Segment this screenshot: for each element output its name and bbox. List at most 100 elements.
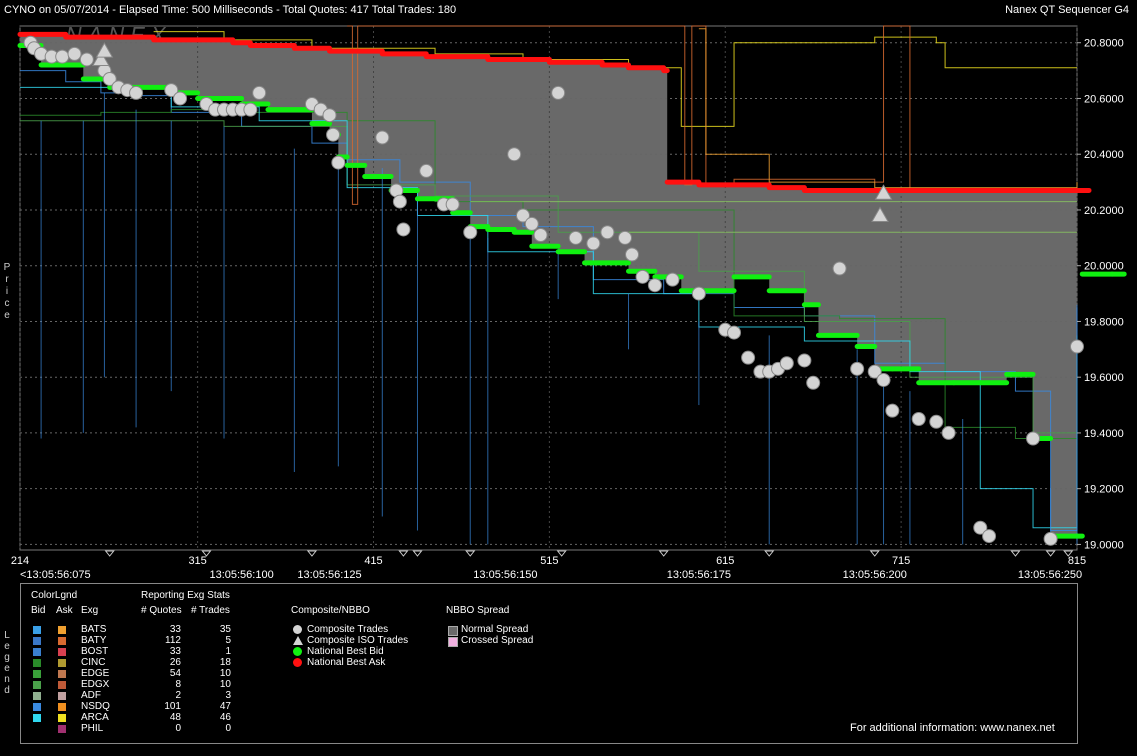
time-marker xyxy=(465,550,476,557)
y-tick-label: 19.4000 xyxy=(1084,428,1124,440)
composite-trade-point xyxy=(67,46,82,61)
composite-item-label: Composite ISO Trades xyxy=(307,635,409,646)
app-name: Nanex QT Sequencer G4 xyxy=(1005,4,1129,16)
exchange-name: EDGX xyxy=(81,679,110,690)
composite-trade-point xyxy=(647,278,662,293)
exchange-name: ARCA xyxy=(81,712,109,723)
ask-color-swatch xyxy=(58,703,66,711)
price-chart: NANEX20.800020.600020.400020.200020.0000… xyxy=(11,23,1127,580)
time-label: 13:05:56:150 xyxy=(473,569,537,580)
exchange-trades: 47 xyxy=(219,701,231,712)
crossed-spread-swatch xyxy=(448,637,458,647)
composite-trade-point xyxy=(929,414,944,429)
exchange-trades: 3 xyxy=(225,690,231,701)
y-tick-label: 19.8000 xyxy=(1084,316,1124,328)
nbbo-spread-title: NBBO Spread xyxy=(446,605,510,616)
national-best-ask-legend-icon xyxy=(293,658,302,667)
time-marker xyxy=(658,550,669,557)
ask-color-swatch xyxy=(58,626,66,634)
exchange-trades: 18 xyxy=(219,657,231,668)
x-tick-label: 615 xyxy=(716,555,734,567)
x-tick-label: 815 xyxy=(1068,555,1086,567)
legend-side-label-char: d xyxy=(4,685,10,696)
color-legend-title: ColorLgnd xyxy=(31,590,78,601)
exchange-quotes: 26 xyxy=(169,657,181,668)
exchange-quotes: 33 xyxy=(169,624,181,635)
composite-trade-point xyxy=(885,403,900,418)
time-marker xyxy=(306,550,317,557)
time-marker xyxy=(1045,550,1056,557)
composite-trade-point xyxy=(911,412,926,426)
col-quotes: # Quotes xyxy=(141,605,182,616)
exchange-trades: 10 xyxy=(219,679,231,690)
composite-trade-point xyxy=(129,85,144,100)
exchange-quotes: 48 xyxy=(169,712,181,723)
composite-trade-point xyxy=(326,127,341,142)
composite-trade-point xyxy=(524,216,539,231)
time-label: 13:05:56:125 xyxy=(297,569,361,580)
y-tick-label: 19.0000 xyxy=(1084,539,1124,551)
composite-trade-point xyxy=(79,52,94,67)
exchange-trades: 5 xyxy=(225,635,231,646)
exchange-quotes: 0 xyxy=(175,723,181,734)
composite-item-label: National Best Bid xyxy=(307,646,384,657)
y-axis-side-label-char: e xyxy=(4,310,10,321)
composite-trade-point xyxy=(806,375,821,390)
composite-trade-point xyxy=(419,163,434,178)
composite-trade-point xyxy=(832,261,847,276)
exchange-quotes: 112 xyxy=(165,635,181,646)
composite-trade-point xyxy=(55,49,70,64)
time-marker xyxy=(869,550,880,557)
exchange-name: NSDQ xyxy=(81,701,110,712)
exchange-trades: 1 xyxy=(225,646,231,657)
composite-trade-point xyxy=(568,230,583,245)
composite-item-label: Composite Trades xyxy=(307,624,389,635)
time-marker xyxy=(764,550,775,557)
time-label: 13:05:56:200 xyxy=(843,569,907,580)
y-axis-side-label-char: c xyxy=(4,298,10,309)
time-marker xyxy=(1010,550,1021,557)
composite-trade-point xyxy=(876,372,891,387)
exchange-quotes: 33 xyxy=(169,646,181,657)
footer-link-text: For additional information: www.nanex.ne… xyxy=(850,722,1055,734)
ask-color-swatch xyxy=(58,659,66,667)
composite-trade-point xyxy=(982,529,997,544)
time-marker xyxy=(556,550,567,557)
header-bar: CYNO on 05/07/2014 - Elapsed Time: 500 M… xyxy=(0,0,1137,20)
legend-panel: ColorLgnd Reporting Exg Stats Bid Ask Ex… xyxy=(20,583,1078,744)
chart-title: CYNO on 05/07/2014 - Elapsed Time: 500 M… xyxy=(4,4,457,16)
col-bid: Bid xyxy=(31,605,46,616)
exchange-trades: 46 xyxy=(219,712,231,723)
bid-color-swatch xyxy=(33,626,41,634)
bid-color-swatch xyxy=(33,659,41,667)
exchange-name: ADF xyxy=(81,690,101,701)
y-tick-label: 20.4000 xyxy=(1084,149,1124,161)
composite-trade-legend-icon xyxy=(293,625,302,634)
composite-trade-point xyxy=(551,85,566,100)
composite-item-label: National Best Ask xyxy=(307,657,386,668)
composite-trade-point xyxy=(625,247,640,262)
y-tick-label: 19.6000 xyxy=(1084,372,1124,384)
composite-trade-point xyxy=(243,102,258,117)
col-ask: Ask xyxy=(56,605,73,616)
x-tick-label: 315 xyxy=(188,555,206,567)
col-trades: # Trades xyxy=(191,605,230,616)
composite-nbbo-title: Composite/NBBO xyxy=(291,605,370,616)
composite-trade-point xyxy=(445,197,460,212)
composite-trade-point xyxy=(727,325,742,340)
time-label: 13:05:56:100 xyxy=(209,569,273,580)
composite-trade-point xyxy=(533,228,548,243)
time-marker xyxy=(104,550,115,557)
y-tick-label: 19.2000 xyxy=(1084,484,1124,496)
x-tick-label: 415 xyxy=(364,555,382,567)
ask-color-swatch xyxy=(58,681,66,689)
exchange-quotes: 8 xyxy=(175,679,181,690)
col-exg: Exg xyxy=(81,605,99,616)
exchange-trades: 0 xyxy=(225,723,231,734)
time-marker xyxy=(398,550,409,557)
composite-trade-point xyxy=(1070,339,1084,354)
composite-trade-point xyxy=(507,147,522,162)
normal-spread-swatch xyxy=(448,626,458,636)
ask-color-swatch xyxy=(58,725,66,733)
x-tick-label: 715 xyxy=(892,555,910,567)
